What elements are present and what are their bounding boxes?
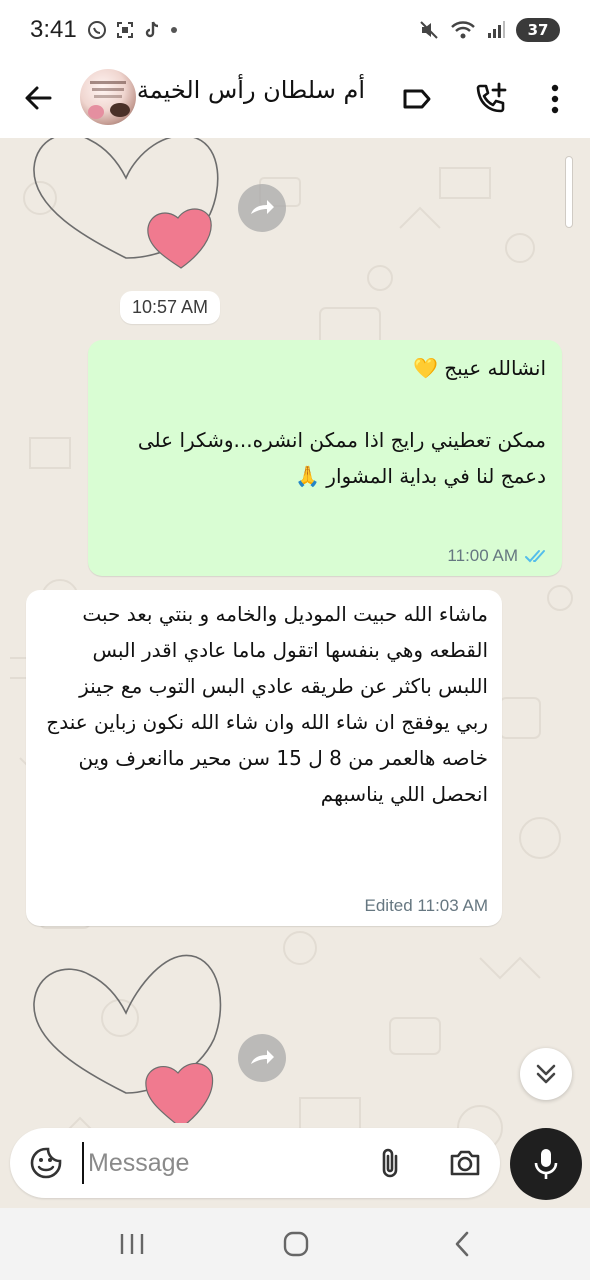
nav-back-button[interactable] xyxy=(442,1228,482,1260)
system-navigation-bar xyxy=(0,1208,590,1280)
incoming-message-bubble[interactable]: ماشاء الله حبيت الموديل والخامه و بنتي ب… xyxy=(26,590,502,926)
phone-add-icon xyxy=(476,82,507,113)
paperclip-icon xyxy=(382,1148,398,1178)
label-button[interactable] xyxy=(398,80,436,118)
status-time: 3:41 xyxy=(30,16,77,43)
compose-bar xyxy=(10,1128,500,1198)
heart-sticker[interactable] xyxy=(26,138,226,288)
microphone-icon xyxy=(534,1149,558,1179)
camera-button[interactable] xyxy=(446,1144,484,1182)
home-button[interactable] xyxy=(276,1228,316,1260)
battery-level: 37 xyxy=(527,21,549,39)
message-input[interactable] xyxy=(82,1142,352,1184)
recent-apps-button[interactable] xyxy=(112,1228,152,1260)
screenshot-icon xyxy=(116,22,133,38)
chevron-left-icon xyxy=(455,1231,469,1257)
contact-avatar[interactable] xyxy=(80,69,136,125)
recent-apps-icon xyxy=(120,1234,144,1254)
forward-button[interactable] xyxy=(238,1034,286,1082)
forward-icon xyxy=(251,200,274,214)
sticker-smiley-icon xyxy=(30,1147,62,1179)
scrollbar-thumb[interactable] xyxy=(565,156,573,228)
outgoing-message-bubble[interactable]: انشالله عيبج 💛 ممكن تعطيني رايج اذا ممكن… xyxy=(88,340,562,576)
chevron-double-down-icon xyxy=(536,1064,556,1084)
back-button[interactable] xyxy=(18,78,58,118)
message-text: انشالله عيبج 💛 ممكن تعطيني رايج اذا ممكن… xyxy=(137,356,546,488)
message-meta: 11:00 AM xyxy=(447,546,550,566)
chat-header: أم سلطان رأس الخيمة xyxy=(0,60,590,138)
message-time: Edited 11:03 AM xyxy=(364,896,489,915)
camera-icon xyxy=(450,1150,480,1176)
status-bar: 3:41 37 xyxy=(0,0,590,60)
sticker-timestamp: 10:57 AM xyxy=(120,291,221,324)
message-text: ماشاء الله حبيت الموديل والخامه و بنتي ب… xyxy=(46,602,488,806)
double-check-read-icon xyxy=(525,550,545,563)
more-options-button[interactable] xyxy=(540,78,570,120)
add-call-button[interactable] xyxy=(470,78,512,120)
contact-name[interactable]: أم سلطان رأس الخيمة xyxy=(137,76,365,104)
attach-button[interactable] xyxy=(372,1144,410,1182)
scroll-to-bottom-button[interactable] xyxy=(520,1048,572,1100)
chat-screen: 3:41 37 أم سلطان رأس الخيمة 10:57 AM انش… xyxy=(0,0,590,1280)
signal-icon xyxy=(488,21,505,38)
wifi-icon xyxy=(451,21,475,39)
label-icon xyxy=(403,89,431,109)
forward-button[interactable] xyxy=(238,184,286,232)
emoji-button[interactable] xyxy=(28,1145,64,1181)
message-list[interactable]: 10:57 AM انشالله عيبج 💛 ممكن تعطيني رايج… xyxy=(0,138,590,1208)
dot-icon xyxy=(170,27,177,33)
forward-icon xyxy=(251,1050,274,1064)
heart-sticker[interactable] xyxy=(26,943,226,1123)
message-time: 11:00 AM xyxy=(447,546,518,565)
arrow-left-icon xyxy=(25,86,52,110)
tiktok-icon xyxy=(145,21,158,38)
home-icon xyxy=(283,1231,309,1257)
whatsapp-notification-icon xyxy=(87,21,106,39)
voice-message-button[interactable] xyxy=(510,1128,582,1200)
more-vertical-icon xyxy=(551,84,559,114)
mute-icon xyxy=(420,21,438,39)
battery-indicator: 37 xyxy=(516,18,560,42)
message-meta: Edited 11:03 AM xyxy=(365,896,489,916)
